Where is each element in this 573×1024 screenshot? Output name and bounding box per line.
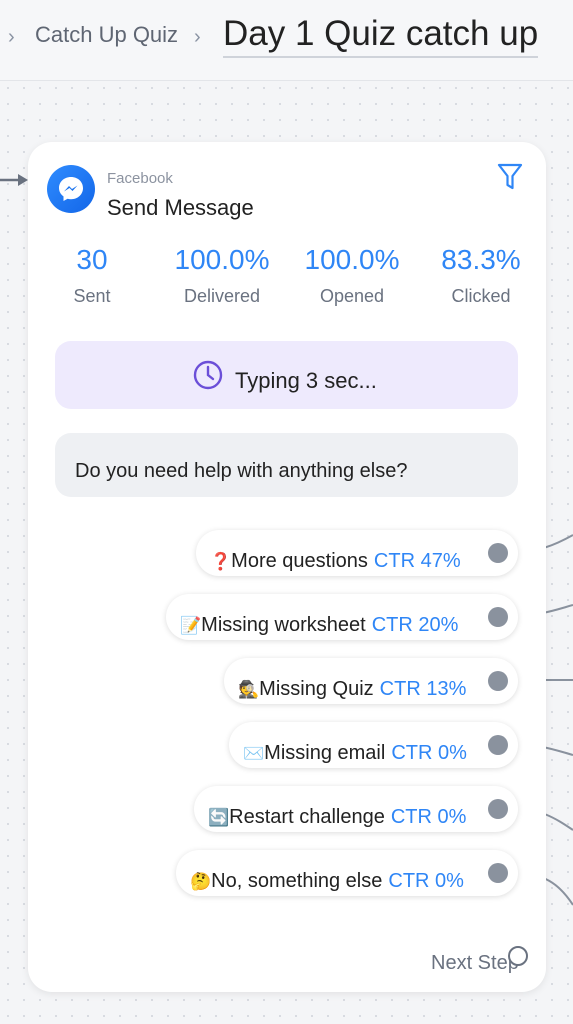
incoming-arrow-icon — [0, 174, 28, 186]
quick-reply-ctr: CTR 0% — [390, 806, 467, 828]
quick-reply-label: Restart challenge — [229, 806, 385, 828]
channel-label: Facebook — [107, 170, 173, 183]
quick-reply-ctr: CTR 47% — [373, 550, 461, 572]
message-bubble[interactable]: Do you need help with anything else? — [55, 433, 518, 497]
stat-value: 30 — [76, 244, 108, 275]
question-mark-icon: ❓ — [210, 552, 232, 571]
message-text: Do you need help with anything else? — [75, 460, 408, 482]
filter-icon[interactable] — [496, 162, 524, 192]
stat-value: 83.3% — [441, 244, 521, 275]
memo-icon: 📝 — [180, 616, 202, 635]
stat-value: 100.0% — [174, 244, 270, 275]
next-step-connector[interactable] — [508, 946, 528, 966]
stat-label: Sent — [73, 286, 111, 306]
quick-reply-restart-challenge[interactable]: 🔄Restart challenge CTR 0% — [194, 786, 518, 832]
connector-dot[interactable] — [488, 863, 508, 883]
quick-reply-missing-worksheet[interactable]: 📝Missing worksheet CTR 20% — [166, 594, 518, 640]
stat-label: Opened — [319, 286, 385, 306]
connector-dot[interactable] — [488, 543, 508, 563]
quick-reply-ctr: CTR 20% — [371, 614, 459, 636]
step-title: Send Message — [107, 195, 254, 220]
stat-opened: 100.0% Opened — [287, 244, 417, 307]
thinking-face-icon: 🤔 — [190, 872, 212, 891]
envelope-icon: ✉️ — [243, 744, 265, 763]
stat-label: Delivered — [183, 286, 261, 306]
quick-reply-something-else[interactable]: 🤔No, something else CTR 0% — [176, 850, 518, 896]
connector-dot[interactable] — [488, 799, 508, 819]
quick-reply-ctr: CTR 13% — [379, 678, 467, 700]
stat-clicked: 83.3% Clicked — [416, 244, 546, 307]
quick-reply-label: More questions — [231, 550, 368, 572]
stat-value: 100.0% — [304, 244, 400, 275]
stat-label: Clicked — [451, 286, 511, 306]
typing-delay-block[interactable]: Typing 3 sec... — [55, 341, 518, 409]
quick-reply-more-questions[interactable]: ❓More questions CTR 47% — [196, 530, 518, 576]
quick-reply-ctr: CTR 0% — [391, 742, 467, 764]
quick-reply-label: Missing worksheet — [201, 614, 366, 636]
connector-dot[interactable] — [488, 671, 508, 691]
typing-text: Typing 3 sec... — [235, 368, 377, 393]
messenger-icon — [47, 165, 95, 213]
quick-reply-label: No, something else — [211, 870, 383, 892]
refresh-icon: 🔄 — [208, 808, 230, 827]
quick-reply-label: Missing Quiz — [259, 678, 374, 700]
clock-icon — [193, 360, 223, 390]
quick-reply-missing-email[interactable]: ✉️Missing email CTR 0% — [229, 722, 518, 768]
quick-reply-missing-quiz[interactable]: 🕵Missing Quiz CTR 13% — [224, 658, 518, 704]
detective-icon: 🕵 — [238, 680, 260, 699]
next-step-label: Next Step — [431, 952, 519, 974]
quick-reply-ctr: CTR 0% — [388, 870, 464, 892]
connector-dot[interactable] — [488, 607, 508, 627]
stat-delivered: 100.0% Delivered — [157, 244, 287, 307]
stat-sent: 30 Sent — [27, 244, 157, 307]
quick-reply-label: Missing email — [264, 742, 386, 764]
connector-dot[interactable] — [488, 735, 508, 755]
